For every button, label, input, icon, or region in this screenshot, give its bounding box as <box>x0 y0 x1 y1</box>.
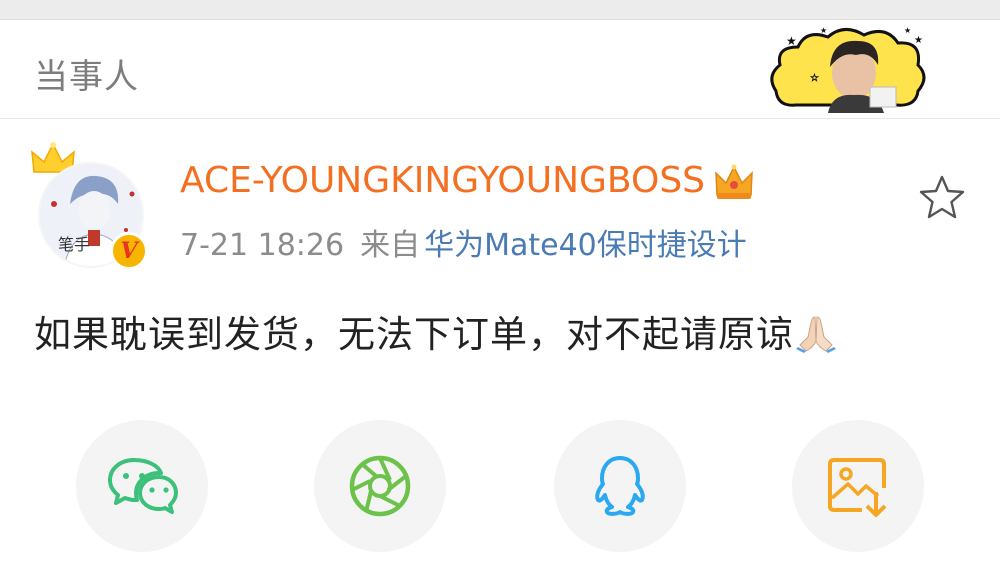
wechat-icon <box>108 458 178 514</box>
svg-text:★: ★ <box>914 35 923 46</box>
sticker-decoration: ★ ★ ★ ★ ☆ <box>770 26 926 113</box>
avatar-container[interactable]: 笔手 V <box>30 142 160 272</box>
page-title: 当事人 <box>34 57 139 97</box>
top-strip <box>0 0 1000 20</box>
post-content: 如果耽误到发货，无法下订单，对不起请原谅 <box>34 304 836 358</box>
share-row <box>0 420 1000 560</box>
verified-badge-icon: V <box>110 232 148 270</box>
header: 当事人 ★ ★ ★ ★ ☆ <box>0 21 1000 119</box>
pray-emoji-icon <box>796 316 836 353</box>
share-wechat-button[interactable] <box>76 420 208 552</box>
save-image-icon <box>828 458 887 517</box>
favorite-star-icon[interactable] <box>918 174 966 220</box>
qq-icon <box>595 456 645 516</box>
vip-crown-icon <box>715 164 753 199</box>
post-meta: 7-21 18:26 来自 华为Mate40保时捷设计 <box>180 220 747 264</box>
device-link[interactable]: 华为Mate40保时捷设计 <box>424 228 747 263</box>
timestamp: 7-21 18:26 <box>180 228 345 263</box>
from-label: 来自 <box>360 228 421 263</box>
svg-text:★: ★ <box>820 26 827 35</box>
save-image-button[interactable] <box>792 420 924 552</box>
post-card: 笔手 V ACE-YOUNGKINGYOUNGBOSS 7-21 18:26 来自… <box>0 120 1000 563</box>
moments-icon <box>349 455 411 517</box>
svg-text:☆: ☆ <box>810 73 819 84</box>
post-text: 如果耽误到发货，无法下订单，对不起请原谅 <box>34 313 794 356</box>
username-row: ACE-YOUNGKINGYOUNGBOSS <box>180 160 755 201</box>
svg-text:★: ★ <box>786 34 797 48</box>
username-link[interactable]: ACE-YOUNGKINGYOUNGBOSS <box>180 160 705 201</box>
share-moments-button[interactable] <box>314 420 446 552</box>
share-qq-button[interactable] <box>554 420 686 552</box>
svg-text:笔手: 笔手 <box>58 235 90 254</box>
svg-text:★: ★ <box>904 26 911 35</box>
